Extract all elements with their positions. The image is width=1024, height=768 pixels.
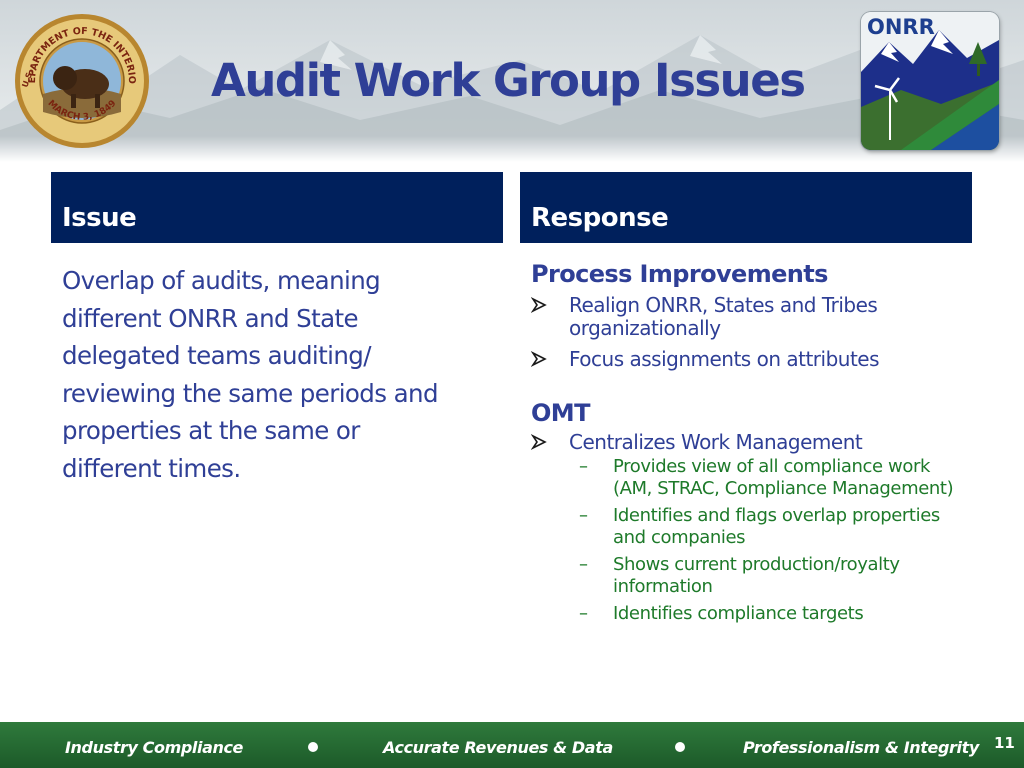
onrr-logo-text: ONRR bbox=[867, 15, 935, 39]
sub-list-item-text: Shows current production/royalty informa… bbox=[613, 554, 900, 597]
footer-separator-dot bbox=[675, 742, 685, 752]
footer-item-professionalism: Professionalism & Integrity bbox=[743, 738, 979, 757]
arrow-bullet-icon bbox=[531, 351, 547, 367]
response-column-header: Response bbox=[520, 172, 972, 243]
list-item: Realign ONRR, States and Tribes organiza… bbox=[531, 294, 971, 340]
omt-list: Centralizes Work Management bbox=[531, 431, 971, 454]
dash-bullet-icon: – bbox=[579, 603, 588, 624]
issue-line: Overlap of audits, meaning bbox=[62, 266, 381, 295]
list-item: Focus assignments on attributes bbox=[531, 348, 971, 371]
issue-line: delegated teams auditing/ bbox=[62, 341, 371, 370]
sub-list-item-text: Provides view of all compliance work (AM… bbox=[613, 456, 954, 499]
arrow-bullet-icon bbox=[531, 434, 547, 450]
issue-line: different times. bbox=[62, 453, 241, 483]
dash-bullet-icon: – bbox=[579, 456, 588, 477]
omt-heading: OMT bbox=[531, 399, 590, 427]
sub-list-item-text: Identifies compliance targets bbox=[613, 603, 864, 624]
arrow-bullet-icon bbox=[531, 297, 547, 313]
issue-line: different ONRR and State bbox=[62, 303, 359, 333]
slide-title: Audit Work Group Issues bbox=[211, 54, 806, 107]
sub-list-item: – Provides view of all compliance work (… bbox=[575, 456, 971, 499]
response-content: Process Improvements Realign ONRR, State… bbox=[531, 258, 971, 631]
doi-seal-logo: DEPARTMENT OF THE INTERIOR MARCH 3, 1849… bbox=[9, 4, 151, 150]
omt-sub-list: – Provides view of all compliance work (… bbox=[575, 456, 971, 625]
dash-bullet-icon: – bbox=[579, 554, 588, 575]
onrr-logo: ONRR bbox=[861, 12, 999, 150]
list-item: Centralizes Work Management bbox=[531, 431, 971, 454]
page-number: 11 bbox=[994, 734, 1015, 752]
issue-column-header: Issue bbox=[51, 172, 503, 243]
footer-item-accurate-revenues: Accurate Revenues & Data bbox=[383, 738, 613, 757]
issue-line: reviewing the same periods and bbox=[62, 378, 438, 408]
issue-line: properties at the same or bbox=[62, 416, 360, 445]
process-improvements-heading: Process Improvements bbox=[531, 260, 828, 288]
sub-list-item: – Shows current production/royalty infor… bbox=[575, 554, 971, 597]
footer-separator-dot bbox=[308, 742, 318, 752]
list-item-text: Centralizes Work Management bbox=[569, 430, 863, 454]
sub-list-item: – Identifies compliance targets bbox=[575, 603, 971, 625]
sub-list-item: – Identifies and flags overlap propertie… bbox=[575, 505, 971, 548]
list-item-text: Realign ONRR, States and Tribes organiza… bbox=[569, 293, 878, 340]
dash-bullet-icon: – bbox=[579, 505, 588, 526]
footer-item-industry-compliance: Industry Compliance bbox=[65, 738, 244, 757]
process-improvements-list: Realign ONRR, States and Tribes organiza… bbox=[531, 294, 971, 371]
sub-list-item-text: Identifies and flags overlap properties … bbox=[613, 505, 940, 548]
issue-description: Overlap of audits, meaning different ONR… bbox=[62, 262, 482, 487]
list-item-text: Focus assignments on attributes bbox=[569, 347, 880, 371]
